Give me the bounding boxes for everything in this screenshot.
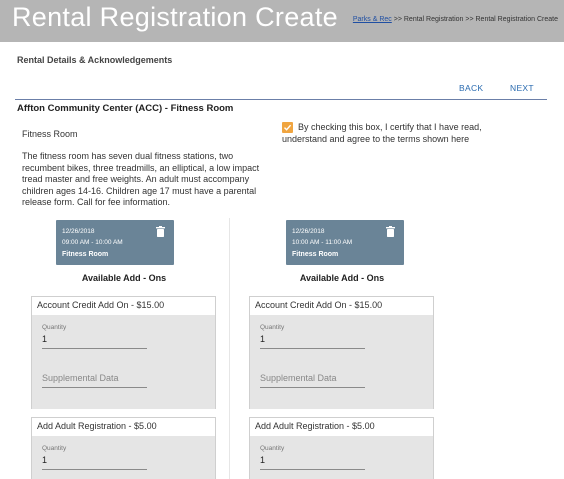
addons-heading: Available Add - Ons [299,273,385,283]
addon-body: Quantity 1 [32,436,215,479]
addon-card: Add Adult Registration - $5.00 Quantity … [31,417,216,479]
acknowledgement-text: By checking this box, I certify that I h… [282,122,482,144]
addon-body: Quantity 1 [250,436,433,479]
breadcrumb-link-parks-rec[interactable]: Parks & Rec [353,16,392,23]
breadcrumb-separator: >> [465,16,474,23]
section-divider [15,99,547,100]
page-header: Rental Registration Create Parks & Rec >… [0,0,564,42]
quantity-underline [260,348,365,349]
column-divider [229,218,230,479]
quantity-input[interactable]: 1 [42,334,47,344]
quantity-label: Quantity [260,445,285,452]
slot-time: 10:00 AM - 11:00 AM [292,239,353,246]
slot-room: Fitness Room [62,251,109,258]
room-name: Fitness Room [22,129,78,139]
breadcrumb-item-rental-registration: Rental Registration [403,16,464,23]
facility-name: Affton Community Center (ACC) - Fitness … [17,103,234,114]
slot-date: 12/26/2018 [62,228,95,235]
breadcrumb: Parks & Rec >> Rental Registration >> Re… [353,16,558,23]
quantity-label: Quantity [260,324,285,331]
next-button[interactable]: NEXT [510,83,534,93]
trash-icon[interactable] [156,226,165,237]
quantity-underline [42,348,147,349]
trash-icon[interactable] [386,226,395,237]
addon-name: Account Credit Add On - $15.00 [37,300,165,310]
quantity-input[interactable]: 1 [42,455,47,465]
quantity-label: Quantity [42,445,67,452]
checkmark-icon [284,124,292,131]
page-title: Rental Registration Create [12,2,338,32]
supplemental-data-input[interactable]: Supplemental Data [260,373,337,383]
addon-body: Quantity 1 Supplemental Data [32,315,215,409]
room-description: The fitness room has seven dual fitness … [22,151,260,207]
slot-room: Fitness Room [292,251,339,258]
breadcrumb-separator: >> [393,16,402,23]
addons-heading: Available Add - Ons [81,273,167,283]
addon-name: Add Adult Registration - $5.00 [37,421,157,431]
time-slot-card: 12/26/2018 09:00 AM - 10:00 AM Fitness R… [56,220,174,265]
back-button[interactable]: BACK [459,83,483,93]
breadcrumb-item-current: Rental Registration Create [475,16,559,23]
acknowledgement-checkbox[interactable] [282,122,293,133]
quantity-input[interactable]: 1 [260,334,265,344]
slot-date: 12/26/2018 [292,228,325,235]
quantity-label: Quantity [42,324,67,331]
addon-card: Account Credit Add On - $15.00 Quantity … [249,296,434,409]
slot-time: 09:00 AM - 10:00 AM [62,239,123,246]
supplemental-data-input[interactable]: Supplemental Data [42,373,119,383]
quantity-underline [42,469,147,470]
supplemental-underline [42,387,147,388]
time-slot-card: 12/26/2018 10:00 AM - 11:00 AM Fitness R… [286,220,404,265]
quantity-input[interactable]: 1 [260,455,265,465]
addon-card: Account Credit Add On - $15.00 Quantity … [31,296,216,409]
supplemental-underline [260,387,365,388]
addon-body: Quantity 1 Supplemental Data [250,315,433,409]
addon-card: Add Adult Registration - $5.00 Quantity … [249,417,434,479]
addon-name: Account Credit Add On - $15.00 [255,300,383,310]
section-title: Rental Details & Acknowledgements [17,55,173,65]
addon-name: Add Adult Registration - $5.00 [255,421,375,431]
quantity-underline [260,469,365,470]
